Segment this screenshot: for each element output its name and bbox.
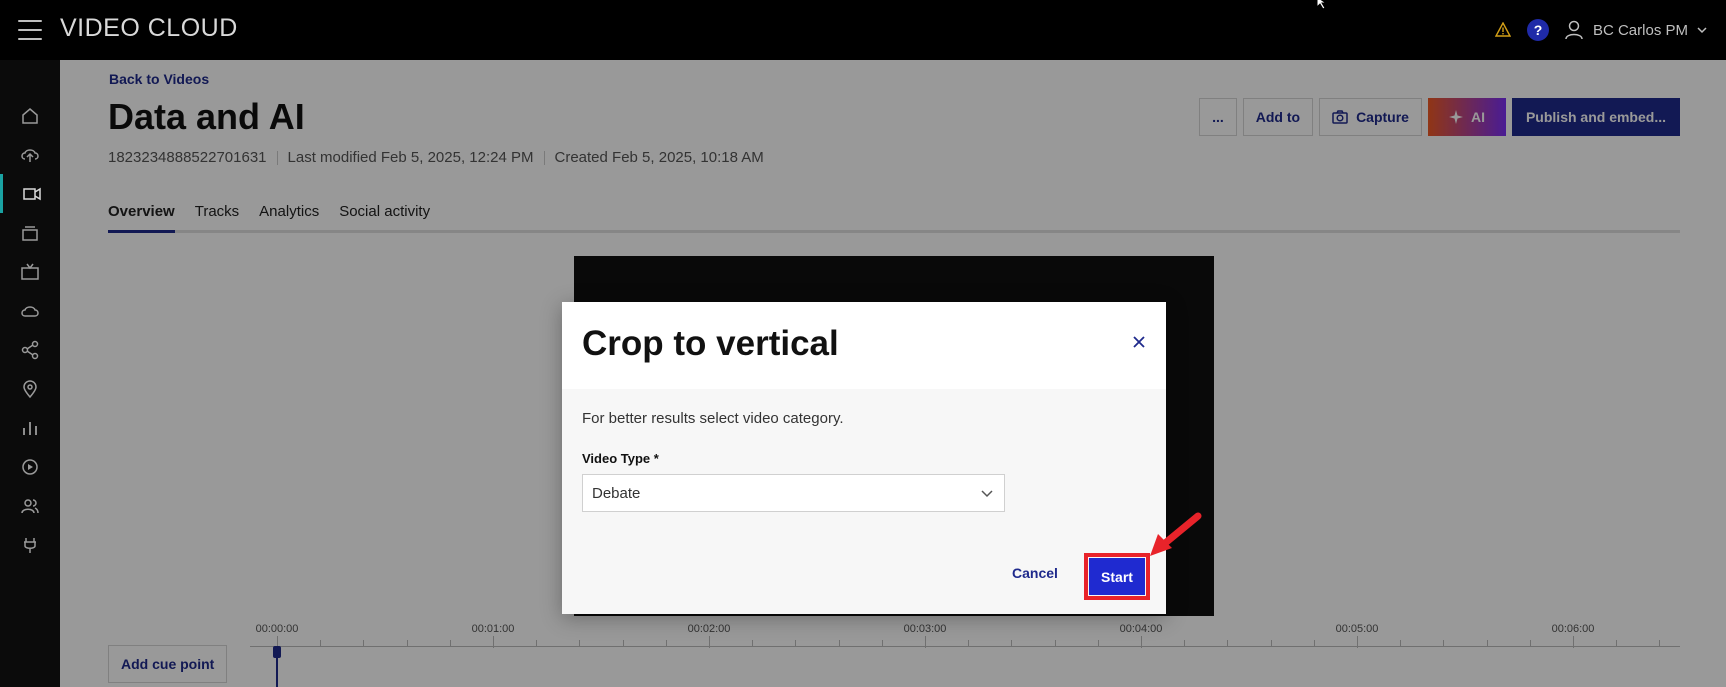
player-icon[interactable]: [0, 447, 60, 486]
users-icon[interactable]: [0, 486, 60, 525]
video-type-value: Debate: [592, 484, 641, 502]
user-icon: [1565, 20, 1583, 40]
dialog-header: Crop to vertical: [562, 302, 1166, 389]
cancel-button[interactable]: Cancel: [1012, 565, 1058, 581]
video-type-select[interactable]: Debate: [582, 474, 1005, 512]
start-button[interactable]: Start: [1089, 558, 1145, 595]
video-type-label: Video Type *: [582, 451, 659, 466]
analytics-icon[interactable]: [0, 408, 60, 447]
dialog-title: Crop to vertical: [582, 324, 839, 363]
chevron-down-icon: [981, 490, 993, 498]
tv-icon[interactable]: [0, 252, 60, 291]
mouse-cursor-icon: [1316, 0, 1328, 10]
video-icon[interactable]: [0, 174, 60, 213]
app-logo: VIDEO CLOUD: [60, 14, 238, 42]
sidebar: [0, 60, 60, 687]
upload-icon[interactable]: [0, 135, 60, 174]
playlist-icon[interactable]: [0, 213, 60, 252]
location-icon[interactable]: [0, 369, 60, 408]
cloud-icon[interactable]: [0, 291, 60, 330]
menu-icon[interactable]: [18, 20, 42, 40]
user-menu[interactable]: BC Carlos PM: [1563, 19, 1708, 41]
annotation-arrow-icon: [1150, 512, 1202, 556]
warning-icon[interactable]: [1493, 20, 1513, 40]
user-name: BC Carlos PM: [1592, 21, 1688, 39]
share-icon[interactable]: [0, 330, 60, 369]
close-icon[interactable]: [1132, 335, 1146, 349]
home-icon[interactable]: [0, 96, 60, 135]
help-icon[interactable]: ?: [1526, 19, 1549, 41]
crop-to-vertical-dialog: Crop to vertical For better results sele…: [562, 302, 1166, 614]
top-bar: VIDEO CLOUD ? BC Carlos PM: [0, 0, 1726, 60]
dialog-description: For better results select video category…: [582, 410, 844, 427]
plugin-icon[interactable]: [0, 525, 60, 564]
chevron-down-icon: [1697, 27, 1707, 34]
